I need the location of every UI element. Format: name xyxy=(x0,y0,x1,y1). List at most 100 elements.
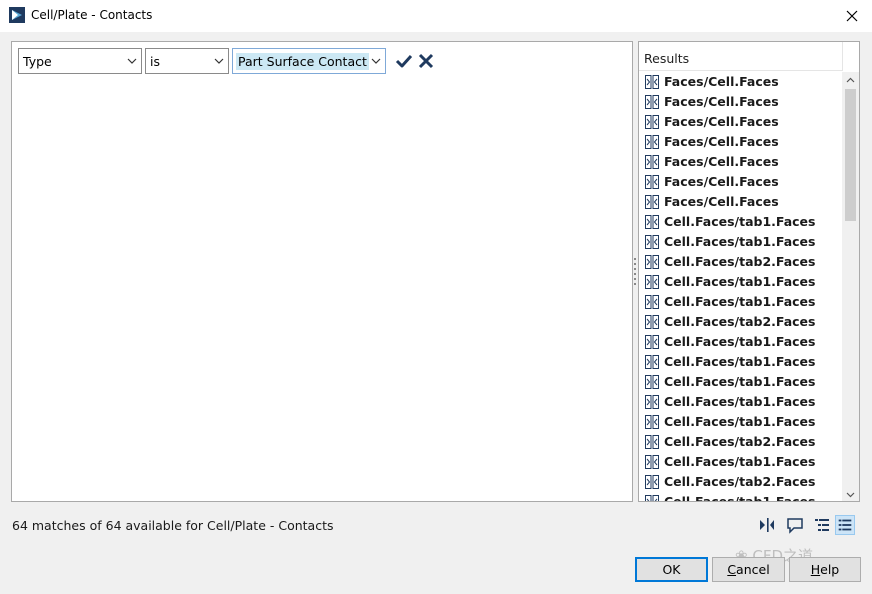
contact-pair-icon xyxy=(645,235,659,249)
contact-pair-icon xyxy=(645,435,659,449)
filter-operator-select[interactable]: is xyxy=(145,48,229,74)
contact-pair-icon xyxy=(645,95,659,109)
contact-pair-icon xyxy=(645,475,659,489)
close-icon xyxy=(846,10,858,22)
comment-icon[interactable] xyxy=(785,515,805,535)
filter-value-select[interactable]: Part Surface Contact xyxy=(232,48,386,74)
contact-pair-icon xyxy=(645,75,659,89)
list-item[interactable]: Cell.Faces/tab1.Faces xyxy=(639,492,843,502)
results-scrollbar[interactable] xyxy=(842,72,859,502)
list-item-label: Cell.Faces/tab2.Faces xyxy=(664,474,816,489)
window-title: Cell/Plate - Contacts xyxy=(31,8,153,22)
contact-pair-icon xyxy=(645,115,659,129)
list-item-label: Cell.Faces/tab1.Faces xyxy=(664,414,816,429)
help-button[interactable]: Help xyxy=(789,557,861,582)
scroll-up-arrow-icon[interactable] xyxy=(842,72,859,89)
list-item-label: Cell.Faces/tab2.Faces xyxy=(664,434,816,449)
filter-field-select[interactable]: Type xyxy=(18,48,142,74)
ok-button[interactable]: OK xyxy=(635,557,708,582)
list-item[interactable]: Cell.Faces/tab2.Faces xyxy=(639,472,843,492)
ok-button-label: OK xyxy=(662,562,681,577)
list-item[interactable]: Cell.Faces/tab1.Faces xyxy=(639,332,843,352)
contact-pair-icon xyxy=(645,255,659,269)
contact-pair-icon xyxy=(645,395,659,409)
contact-pair-icon xyxy=(645,175,659,189)
chevron-down-icon xyxy=(127,58,137,64)
contact-pair-icon xyxy=(645,375,659,389)
contact-pair-icon xyxy=(645,415,659,429)
scrollbar-thumb[interactable] xyxy=(845,89,856,221)
list-item[interactable]: Cell.Faces/tab2.Faces xyxy=(639,432,843,452)
cancel-button[interactable]: Cancel xyxy=(712,557,785,582)
list-item-label: Cell.Faces/tab1.Faces xyxy=(664,494,816,502)
list-item[interactable]: Cell.Faces/tab1.Faces xyxy=(639,452,843,472)
list-item-label: Faces/Cell.Faces xyxy=(664,174,779,189)
contact-pair-icon xyxy=(645,215,659,229)
list-item-label: Faces/Cell.Faces xyxy=(664,94,779,109)
list-item[interactable]: Cell.Faces/tab1.Faces xyxy=(639,292,843,312)
split-view-icon[interactable] xyxy=(757,515,777,535)
filter-field-value: Type xyxy=(23,54,52,69)
filter-value-text: Part Surface Contact xyxy=(236,53,369,70)
flat-list-view-button[interactable] xyxy=(835,515,855,535)
list-item[interactable]: Cell.Faces/tab1.Faces xyxy=(639,272,843,292)
list-item[interactable]: Faces/Cell.Faces xyxy=(639,92,843,112)
apply-filter-check-icon[interactable] xyxy=(395,52,413,70)
list-item-label: Faces/Cell.Faces xyxy=(664,154,779,169)
list-item[interactable]: Faces/Cell.Faces xyxy=(639,172,843,192)
list-item[interactable]: Cell.Faces/tab1.Faces xyxy=(639,212,843,232)
list-item-label: Cell.Faces/tab1.Faces xyxy=(664,374,816,389)
list-item[interactable]: Cell.Faces/tab1.Faces xyxy=(639,352,843,372)
results-list: Faces/Cell.Faces Faces/Cell.Faces Faces/Ce… xyxy=(639,72,843,502)
contact-pair-icon xyxy=(645,315,659,329)
panel-splitter-handle[interactable] xyxy=(633,258,637,286)
contact-pair-icon xyxy=(645,155,659,169)
list-item[interactable]: Faces/Cell.Faces xyxy=(639,192,843,212)
list-item-label: Cell.Faces/tab1.Faces xyxy=(664,294,816,309)
contact-pair-icon xyxy=(645,295,659,309)
results-panel: Results Faces/Cell.Faces Faces/Cell.Faces… xyxy=(638,41,860,502)
list-item[interactable]: Cell.Faces/tab1.Faces xyxy=(639,392,843,412)
list-item-label: Faces/Cell.Faces xyxy=(664,114,779,129)
list-item[interactable]: Faces/Cell.Faces xyxy=(639,152,843,172)
contact-pair-icon xyxy=(645,355,659,369)
list-item[interactable]: Cell.Faces/tab1.Faces xyxy=(639,372,843,392)
list-item[interactable]: Faces/Cell.Faces xyxy=(639,132,843,152)
contact-pair-icon xyxy=(645,335,659,349)
list-item-label: Faces/Cell.Faces xyxy=(664,194,779,209)
list-item[interactable]: Cell.Faces/tab2.Faces xyxy=(639,312,843,332)
list-item[interactable]: Cell.Faces/tab1.Faces xyxy=(639,232,843,252)
list-item-label: Faces/Cell.Faces xyxy=(664,74,779,89)
contact-pair-icon xyxy=(645,195,659,209)
contact-pair-icon xyxy=(645,455,659,469)
chevron-down-icon xyxy=(214,58,224,64)
remove-filter-x-icon[interactable] xyxy=(417,52,435,70)
app-logo-icon xyxy=(9,7,25,23)
close-button[interactable] xyxy=(832,0,872,32)
list-item-label: Cell.Faces/tab1.Faces xyxy=(664,214,816,229)
list-item-label: Faces/Cell.Faces xyxy=(664,134,779,149)
list-item-label: Cell.Faces/tab1.Faces xyxy=(664,274,816,289)
scroll-down-arrow-icon[interactable] xyxy=(842,486,859,502)
results-header[interactable]: Results xyxy=(639,42,843,71)
filter-operator-value: is xyxy=(150,54,160,69)
list-item[interactable]: Faces/Cell.Faces xyxy=(639,112,843,132)
list-item-label: Cell.Faces/tab1.Faces xyxy=(664,394,816,409)
tree-list-icon[interactable] xyxy=(812,515,832,535)
chevron-down-icon xyxy=(371,58,381,64)
filter-panel: Type is Part Surface Contact xyxy=(11,41,633,502)
list-item[interactable]: Faces/Cell.Faces xyxy=(639,72,843,92)
list-item-label: Cell.Faces/tab1.Faces xyxy=(664,334,816,349)
list-item[interactable]: Cell.Faces/tab1.Faces xyxy=(639,412,843,432)
title-bar: Cell/Plate - Contacts xyxy=(0,0,872,32)
match-status-text: 64 matches of 64 available for Cell/Plat… xyxy=(12,518,334,533)
list-item-label: Cell.Faces/tab1.Faces xyxy=(664,354,816,369)
contact-pair-icon xyxy=(645,135,659,149)
results-header-label: Results xyxy=(644,51,690,66)
cancel-button-label: Cancel xyxy=(727,562,770,577)
list-item[interactable]: Cell.Faces/tab2.Faces xyxy=(639,252,843,272)
list-item-label: Cell.Faces/tab2.Faces xyxy=(664,254,816,269)
list-item-label: Cell.Faces/tab1.Faces xyxy=(664,234,816,249)
contact-pair-icon xyxy=(645,275,659,289)
list-item-label: Cell.Faces/tab2.Faces xyxy=(664,314,816,329)
